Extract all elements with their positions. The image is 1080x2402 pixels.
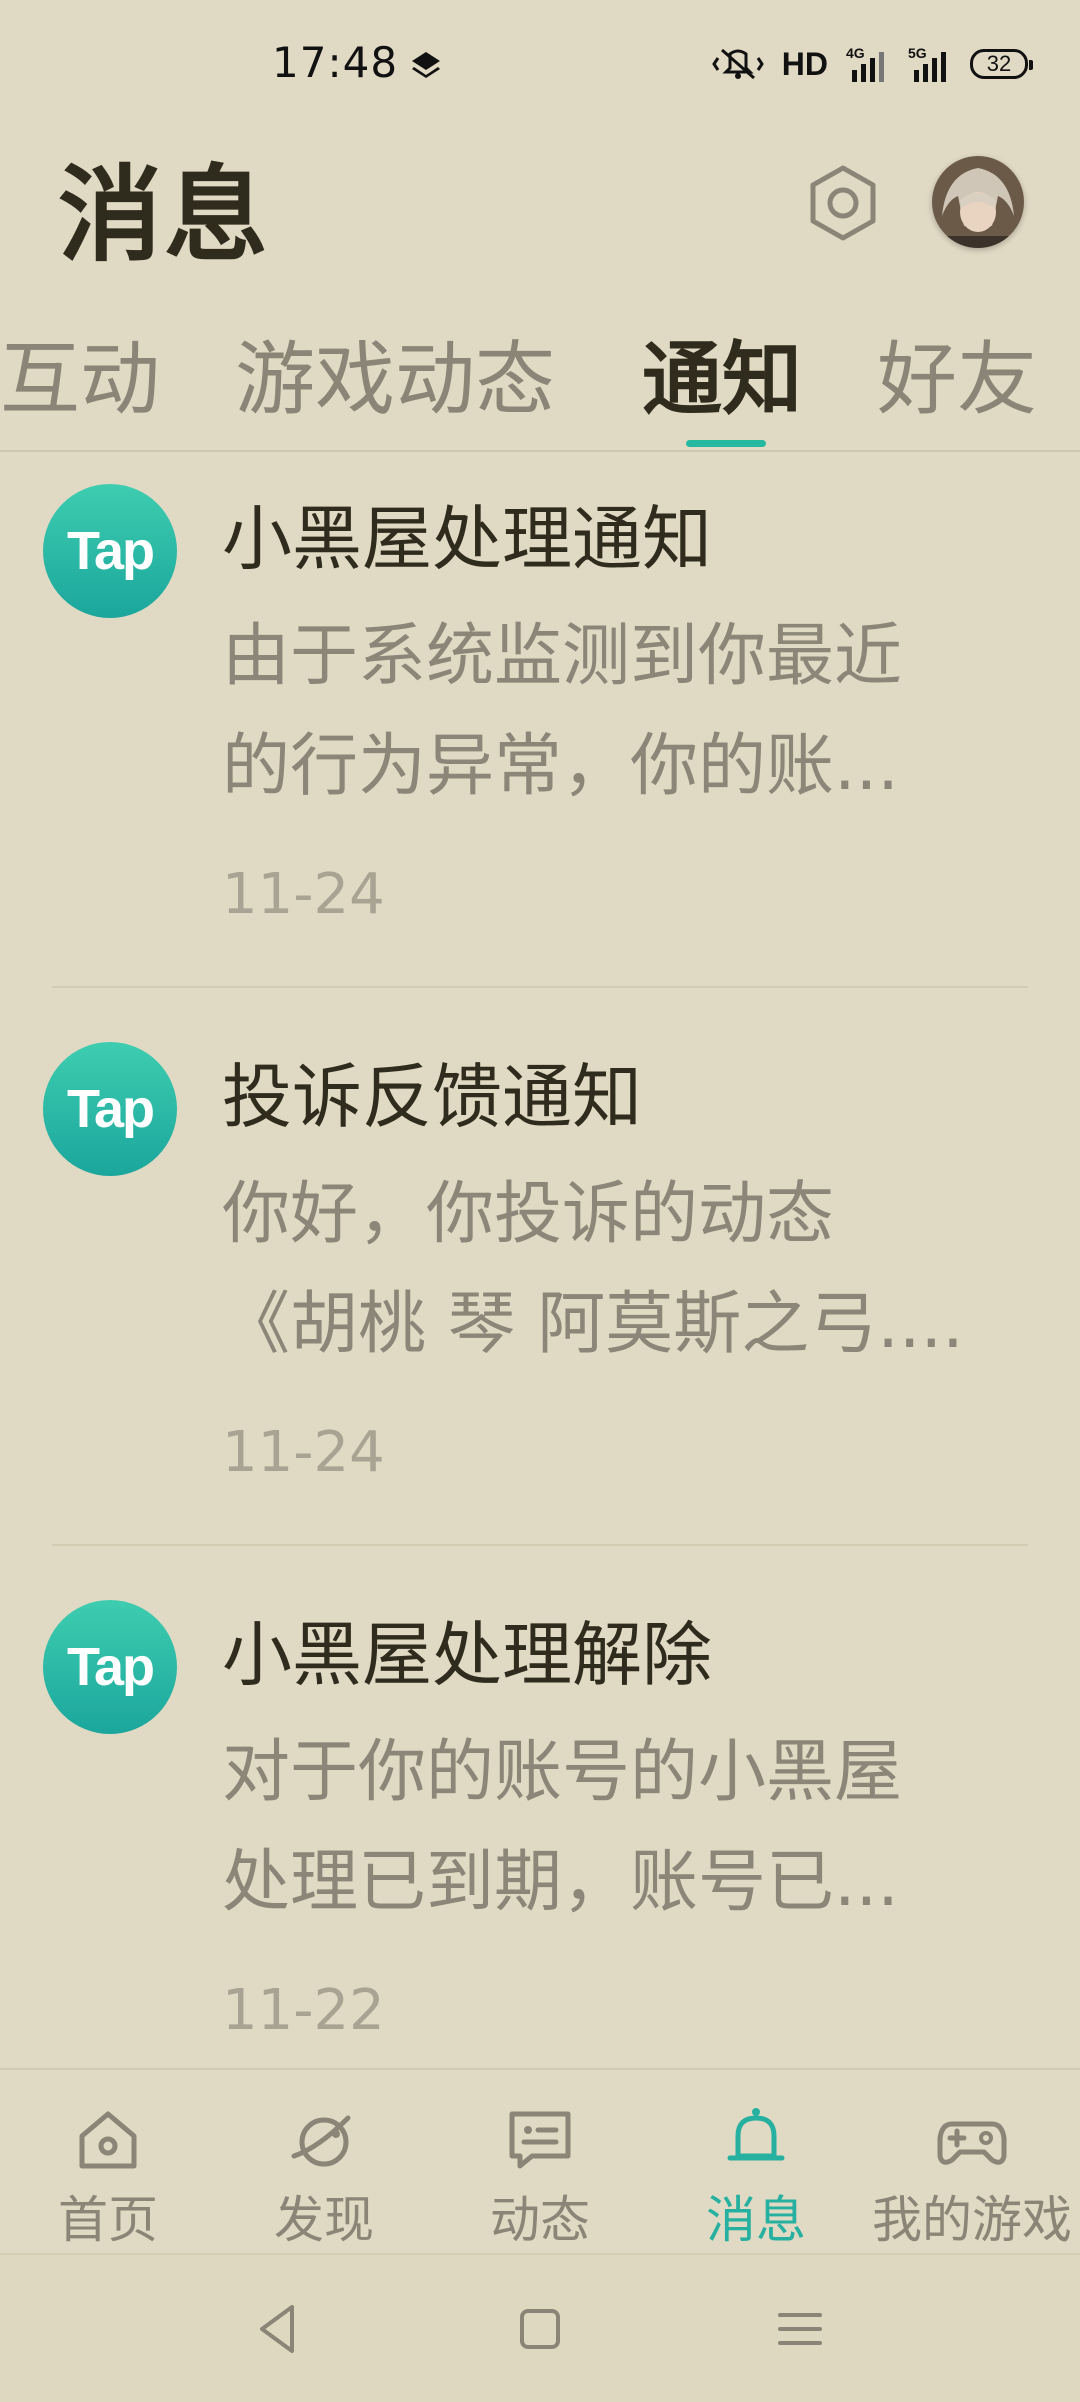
active-tab-indicator bbox=[686, 440, 766, 447]
hd-icon: HD bbox=[781, 45, 828, 82]
back-icon[interactable] bbox=[248, 2299, 308, 2359]
status-icons: HD 4G 5G 32 bbox=[711, 44, 1033, 84]
user-avatar[interactable] bbox=[932, 156, 1024, 248]
nav-label: 首页 bbox=[58, 2191, 158, 2249]
battery-level: 32 bbox=[986, 51, 1012, 76]
status-time: 17:48 bbox=[272, 38, 399, 87]
notification-list: Tap 小黑屋处理通知 由于系统监测到你最近 的行为异常，你的账... 11-2… bbox=[0, 452, 1080, 2068]
system-nav-bar bbox=[0, 2253, 1080, 2402]
tab-notifications[interactable]: 通知 bbox=[642, 325, 802, 435]
gamepad-icon bbox=[937, 2121, 1007, 2165]
layers-icon bbox=[412, 52, 440, 78]
tap-logo-text: Tap bbox=[67, 521, 155, 581]
home-square-icon[interactable] bbox=[510, 2299, 570, 2359]
notification-body-line: 由于系统监测到你最近 bbox=[222, 617, 903, 696]
nav-label: 动态 bbox=[490, 2191, 590, 2249]
notification-title: 小黑屋处理解除 bbox=[222, 1614, 712, 1696]
notification-body-line: 对于你的账号的小黑屋 bbox=[222, 1733, 903, 1812]
nav-label: 消息 bbox=[706, 2191, 806, 2249]
nav-home[interactable]: 首页 bbox=[0, 2070, 216, 2255]
status-bar: 17:48 HD 4G 5G 32 bbox=[0, 0, 1080, 135]
notification-item[interactable]: Tap 小黑屋处理解除 对于你的账号的小黑屋 处理已到期，账号已... 11-2… bbox=[0, 1570, 1080, 2068]
notification-date: 11-22 bbox=[222, 1978, 385, 2043]
4g-signal-icon: 4G bbox=[846, 45, 884, 82]
list-divider bbox=[52, 1544, 1028, 1546]
bell-icon bbox=[727, 2108, 785, 2161]
tap-logo: Tap bbox=[43, 484, 177, 618]
menu-icon[interactable] bbox=[770, 2299, 830, 2359]
svg-text:5G: 5G bbox=[908, 45, 927, 61]
notification-date: 11-24 bbox=[222, 1420, 385, 1485]
tab-game-updates[interactable]: 游戏动态 bbox=[235, 325, 555, 435]
notification-body-line: 处理已到期，账号已... bbox=[222, 1843, 899, 1922]
nav-discover[interactable]: 发现 bbox=[216, 2070, 432, 2255]
nav-label: 我的游戏 bbox=[872, 2191, 1072, 2249]
bottom-nav: 首页 发现 动态 消息 我的游戏 bbox=[0, 2068, 1080, 2255]
list-divider bbox=[52, 986, 1028, 988]
home-icon bbox=[79, 2111, 137, 2169]
nav-feed[interactable]: 动态 bbox=[432, 2070, 648, 2255]
5g-signal-icon: 5G bbox=[908, 45, 946, 82]
notification-item[interactable]: Tap 小黑屋处理通知 由于系统监测到你最近 的行为异常，你的账... 11-2… bbox=[0, 452, 1080, 1012]
notification-date: 11-24 bbox=[222, 862, 385, 927]
tap-logo-text: Tap bbox=[67, 1637, 155, 1697]
battery-icon: 32 bbox=[970, 49, 1033, 79]
page-title: 消息 bbox=[58, 154, 271, 276]
nav-my-games[interactable]: 我的游戏 bbox=[864, 2070, 1080, 2255]
tap-logo: Tap bbox=[43, 1600, 177, 1734]
notification-title: 投诉反馈通知 bbox=[222, 1056, 642, 1138]
tab-bar: 互动 游戏动态 通知 好友 bbox=[0, 325, 1080, 450]
tab-friends[interactable]: 好友 bbox=[877, 325, 1037, 435]
planet-icon bbox=[291, 2115, 351, 2167]
notification-body: 对于你的账号的小黑屋 处理已到期，账号已... bbox=[222, 1718, 1022, 1938]
notification-body-line: 你好，你投诉的动态 bbox=[222, 1175, 835, 1254]
chat-card-icon bbox=[509, 2111, 571, 2169]
hexagon-gear-icon[interactable] bbox=[800, 160, 886, 246]
avatar-image bbox=[932, 156, 1024, 248]
notification-title: 小黑屋处理通知 bbox=[222, 498, 712, 580]
notification-body: 由于系统监测到你最近 的行为异常，你的账... bbox=[222, 602, 1022, 822]
notification-body-line: 的行为异常，你的账... bbox=[222, 727, 899, 806]
tab-interaction[interactable]: 互动 bbox=[0, 325, 160, 435]
svg-text:4G: 4G bbox=[846, 45, 865, 61]
nav-messages[interactable]: 消息 bbox=[648, 2070, 864, 2255]
vibrate-mute-icon bbox=[711, 48, 764, 80]
notification-body: 你好，你投诉的动态 《胡桃 琴 阿莫斯之弓.... bbox=[222, 1160, 1022, 1380]
notification-body-line: 《胡桃 琴 阿莫斯之弓.... bbox=[222, 1285, 964, 1364]
tap-logo-text: Tap bbox=[67, 1079, 155, 1139]
nav-label: 发现 bbox=[274, 2191, 374, 2249]
notification-item[interactable]: Tap 投诉反馈通知 你好，你投诉的动态 《胡桃 琴 阿莫斯之弓.... 11-… bbox=[0, 1012, 1080, 1572]
tap-logo: Tap bbox=[43, 1042, 177, 1176]
